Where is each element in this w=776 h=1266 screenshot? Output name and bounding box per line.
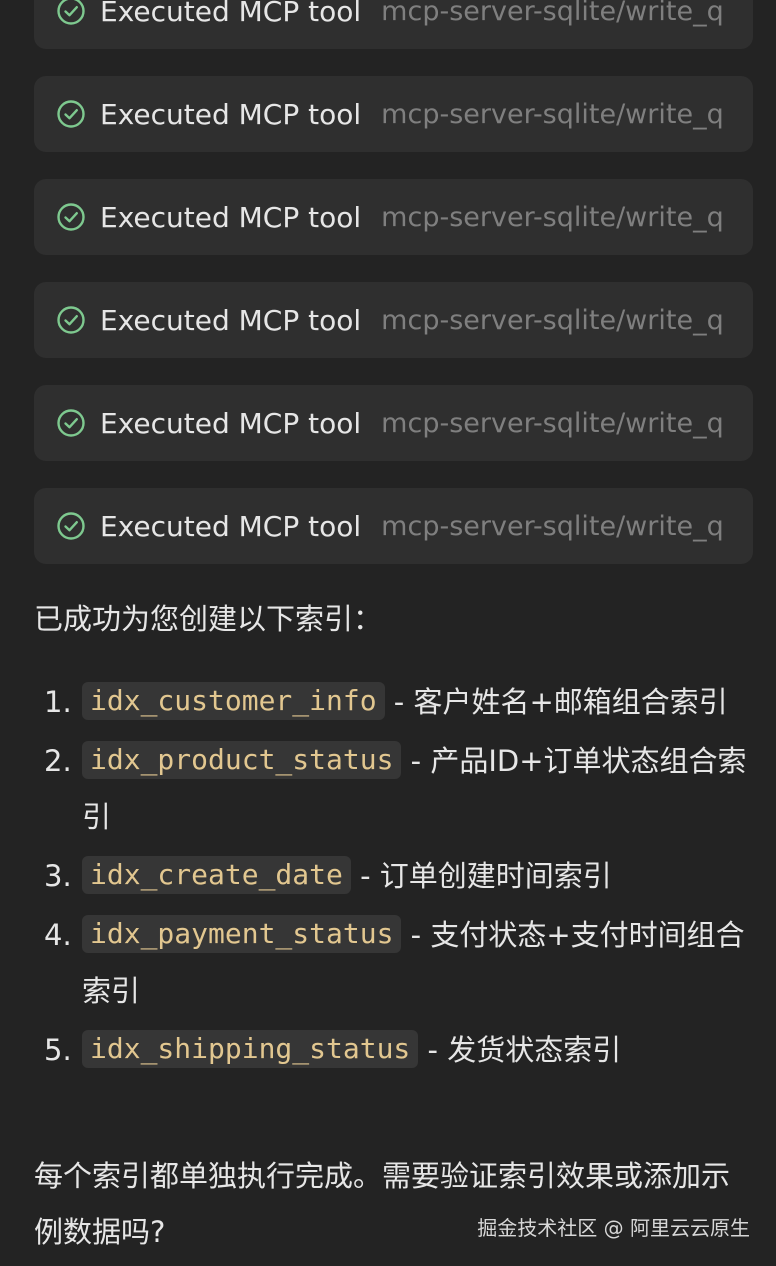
index-list-item: 2. idx_product_status - 产品ID+订单状态组合索引 — [34, 733, 754, 845]
index-list: 1. idx_customer_info - 客户姓名+邮箱组合索引 2. id… — [34, 674, 754, 1081]
tool-call-label: Executed MCP tool — [100, 0, 362, 28]
tool-call-item[interactable]: Executed MCP tool mcp-server-sqlite/writ… — [34, 0, 753, 49]
index-list-item: 5. idx_shipping_status - 发货状态索引 — [34, 1022, 754, 1078]
index-description: - 客户姓名+邮箱组合索引 — [384, 685, 728, 719]
check-circle-icon — [56, 99, 86, 129]
index-name-code: idx_payment_status — [82, 915, 402, 953]
tool-call-path: mcp-server-sqlite/write_q — [381, 304, 724, 336]
check-circle-icon — [56, 202, 86, 232]
index-description: - 发货状态索引 — [418, 1033, 622, 1067]
index-name-code: idx_product_status — [82, 741, 402, 779]
tool-call-item[interactable]: Executed MCP tool mcp-server-sqlite/writ… — [34, 282, 753, 358]
watermark: 掘金技术社区 @ 阿里云云原生 — [477, 1216, 750, 1240]
index-list-item: 4. idx_payment_status - 支付状态+支付时间组合索引 — [34, 907, 754, 1019]
tool-call-path: mcp-server-sqlite/write_q — [381, 510, 724, 542]
tool-call-item[interactable]: Executed MCP tool mcp-server-sqlite/writ… — [34, 76, 753, 152]
tool-call-label: Executed MCP tool — [100, 200, 362, 234]
list-number: 3. — [44, 859, 72, 893]
index-list-item: 3. idx_create_date - 订单创建时间索引 — [34, 848, 754, 904]
check-circle-icon — [56, 0, 86, 26]
list-number: 2. — [44, 744, 72, 778]
check-circle-icon — [56, 305, 86, 335]
list-number: 4. — [44, 918, 72, 952]
follow-up-question: 每个索引都单独执行完成。需要验证索引效果或添加示例数据吗? — [34, 1159, 731, 1249]
tool-call-label: Executed MCP tool — [100, 509, 362, 543]
tool-call-list: Executed MCP tool mcp-server-sqlite/writ… — [34, 0, 753, 591]
list-number: 5. — [44, 1033, 72, 1067]
list-number: 1. — [44, 685, 72, 719]
index-name-code: idx_customer_info — [82, 682, 385, 720]
tool-call-path: mcp-server-sqlite/write_q — [381, 0, 724, 27]
tool-call-path: mcp-server-sqlite/write_q — [381, 98, 724, 130]
tool-call-label: Executed MCP tool — [100, 406, 362, 440]
tool-call-label: Executed MCP tool — [100, 303, 362, 337]
summary-text: 已成功为您创建以下索引： — [34, 602, 383, 636]
tool-call-path: mcp-server-sqlite/write_q — [381, 201, 724, 233]
tool-call-path: mcp-server-sqlite/write_q — [381, 407, 724, 439]
tool-call-item[interactable]: Executed MCP tool mcp-server-sqlite/writ… — [34, 179, 753, 255]
index-name-code: idx_shipping_status — [82, 1030, 419, 1068]
index-description: - 订单创建时间索引 — [350, 859, 612, 893]
tool-call-item[interactable]: Executed MCP tool mcp-server-sqlite/writ… — [34, 488, 753, 564]
tool-call-item[interactable]: Executed MCP tool mcp-server-sqlite/writ… — [34, 385, 753, 461]
index-list-item: 1. idx_customer_info - 客户姓名+邮箱组合索引 — [34, 674, 754, 730]
check-circle-icon — [56, 511, 86, 541]
index-name-code: idx_create_date — [82, 856, 351, 894]
check-circle-icon — [56, 408, 86, 438]
tool-call-label: Executed MCP tool — [100, 97, 362, 131]
